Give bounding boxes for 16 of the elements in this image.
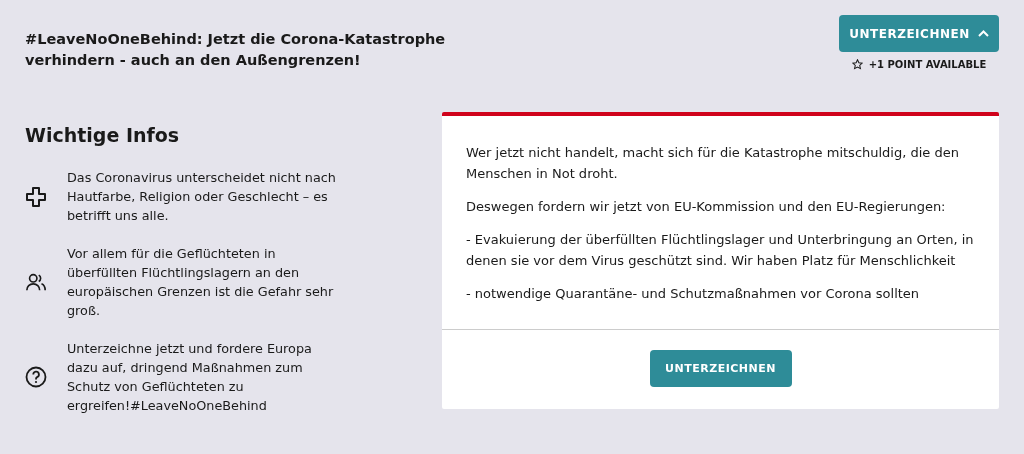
sign-button[interactable]: UNTERZEICHNEN (649, 350, 792, 387)
info-text: Das Coronavirus unterscheidet nicht nach Hautfarbe, Religion oder Geschlecht – es betrifft uns alle. (67, 169, 337, 225)
star-icon (851, 59, 863, 70)
petition-paragraph: Deswegen fordern wir jetzt von EU-Kommission und den EU-Regierungen: (466, 198, 947, 216)
plus-icon (25, 185, 47, 208)
people-icon (25, 271, 47, 293)
sign-button[interactable]: UNTERZEICHNEN (839, 15, 999, 52)
help-icon (25, 366, 47, 388)
petition-paragraph: Wer jetzt nicht handelt, macht sich für die Katastrophe mitschuldig, die den Menschen in Not droht. (466, 144, 960, 183)
info-text: Vor allem für die Geflüchteten in überfüllten Flüchtlingslagern an den europäischen Grenzen ist die Gefahr sehr groß. (67, 245, 335, 320)
section-heading: Wichtige Infos (25, 124, 181, 146)
petition-title: #LeaveNoOneBehind: Jetzt die Corona-Katastrophe verhindern - auch an den Außengrenzen! (25, 30, 447, 70)
info-text: Unterzeichne jetzt und fordere Europa dazu auf, dringend Maßnahmen zum Schutz von Geflüchteten zu ergreifen!#LeaveNoOneBehind (67, 340, 313, 415)
points-label: +1 POINT AVAILABLE (868, 59, 987, 70)
petition-paragraph: - notwendige Quarantäne- und Schutzmaßnahmen vor Corona sollten (466, 285, 921, 303)
petition-paragraph: - Evakuierung der überfüllten Flüchtlingslager und Unterbringung an Orten, in denen sie vor dem Virus geschützt sind. Wir haben Platz für Menschlichkeit (466, 231, 975, 270)
